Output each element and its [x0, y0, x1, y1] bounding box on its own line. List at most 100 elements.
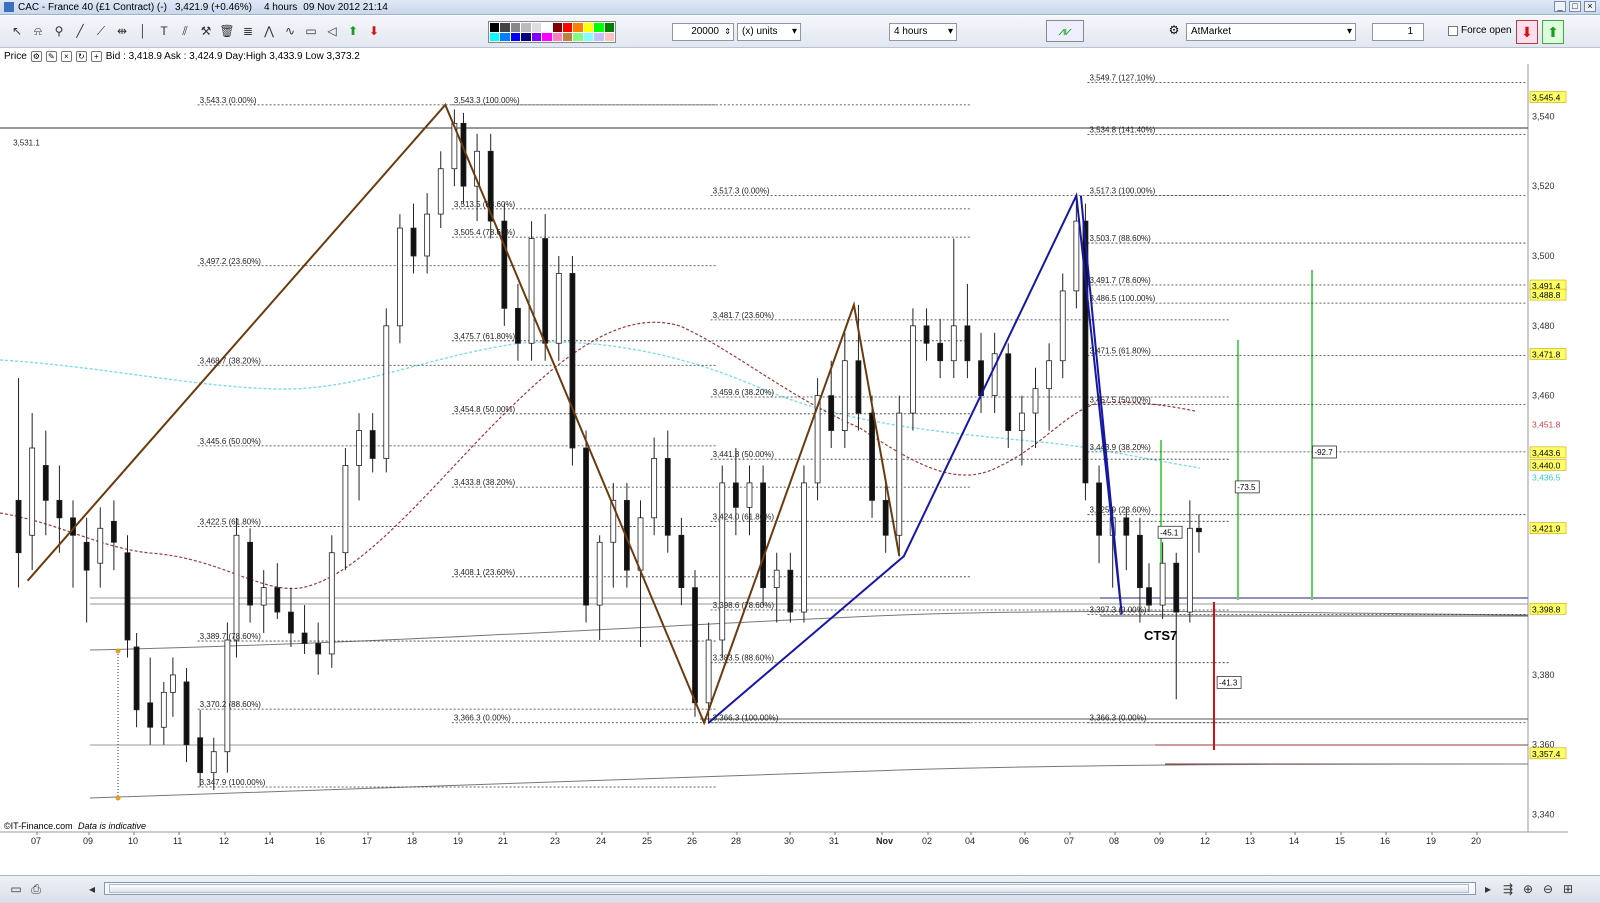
- candle-body: [160, 691, 167, 728]
- maximize-icon[interactable]: □: [1569, 1, 1581, 12]
- candle-body: [1173, 562, 1180, 613]
- candle-body: [396, 227, 403, 327]
- date-tick-label: 07: [1064, 836, 1074, 846]
- price-tick-label: 3,380: [1532, 670, 1555, 680]
- unit-select[interactable]: (x) units: [737, 23, 801, 41]
- price-tag: 3,357.4: [1532, 749, 1561, 759]
- channel-icon[interactable]: ≣: [239, 22, 257, 40]
- triangle-icon[interactable]: ◁: [323, 22, 341, 40]
- date-tick-label: 11: [173, 836, 182, 846]
- unit-value: (x) units: [742, 26, 778, 37]
- candle-body: [147, 702, 154, 728]
- date-tick-label: 16: [315, 836, 325, 846]
- order-type-select[interactable]: AtMarket: [1186, 23, 1356, 41]
- candle-body: [732, 482, 739, 508]
- scroll-right-icon[interactable]: ▸: [1480, 881, 1496, 897]
- close-icon[interactable]: ×: [1584, 1, 1596, 12]
- remove-icon[interactable]: ×: [60, 50, 72, 62]
- pattern-icon[interactable]: ⋀: [260, 22, 278, 40]
- text-tool-icon[interactable]: T: [155, 22, 173, 40]
- candle-body: [1196, 527, 1202, 533]
- price-bar: Price ⚙ ✎ × ↻ + Bid : 3,418.9 Ask : 3,42…: [0, 48, 1560, 64]
- rectangle-icon[interactable]: ▭: [302, 22, 320, 40]
- app-icon: [4, 2, 14, 12]
- scroll-thumb[interactable]: [109, 884, 1469, 893]
- fib-label: 3,408.1 (23.60%): [454, 568, 516, 577]
- quantity-input[interactable]: 20000 ⇕: [672, 23, 734, 41]
- tools-icon[interactable]: ⚒: [197, 22, 215, 40]
- date-tick-label: 25: [642, 836, 652, 846]
- candle-body: [515, 307, 521, 344]
- quantity-small-input[interactable]: 1: [1372, 23, 1424, 41]
- sell-button[interactable]: ⬇: [1516, 20, 1538, 44]
- candle-body: [678, 534, 685, 589]
- fib-tool-icon[interactable]: ⫽: [176, 22, 194, 40]
- minimize-icon[interactable]: _: [1554, 1, 1566, 12]
- date-tick-label: 23: [550, 836, 560, 846]
- date-tick-label: 26: [687, 836, 697, 846]
- arrow-down-icon[interactable]: ⬇: [365, 22, 383, 40]
- order-tool-icon[interactable]: ⚙: [1166, 23, 1182, 39]
- candle-body: [937, 342, 944, 362]
- candle-body: [664, 458, 671, 536]
- footer-source: ©IT-Finance.com: [4, 821, 73, 831]
- timeframe-select[interactable]: 4 hours: [889, 23, 957, 41]
- candle-body: [583, 447, 589, 606]
- candle-body: [197, 737, 204, 774]
- candle-body: [869, 412, 875, 501]
- chart-mode-icon[interactable]: ⇶: [1500, 881, 1516, 897]
- distance-label: -92.7: [1314, 448, 1333, 457]
- arrow-up-icon[interactable]: ⬆: [344, 22, 362, 40]
- fit-icon[interactable]: ⊞: [1560, 881, 1576, 897]
- date-tick-label: 14: [264, 836, 274, 846]
- candle-body: [787, 569, 794, 613]
- force-open-checkbox[interactable]: [1448, 26, 1458, 36]
- last-price: 3,421.9 (+0.46%): [174, 1, 252, 13]
- vline-icon[interactable]: │: [134, 22, 152, 40]
- horizontal-scrollbar[interactable]: [104, 882, 1476, 895]
- buy-button[interactable]: ⬆: [1542, 20, 1564, 44]
- scroll-left-icon[interactable]: ◂: [84, 881, 100, 897]
- add-icon[interactable]: +: [90, 50, 102, 62]
- candle-body: [288, 611, 294, 634]
- folder-icon[interactable]: ▭: [8, 881, 24, 897]
- candle-body: [569, 273, 576, 449]
- candle-body: [183, 681, 190, 746]
- color-palette[interactable]: [488, 21, 616, 43]
- fib-label: 3,491.7 (78.60%): [1089, 276, 1151, 285]
- price-chart[interactable]: 3,531.1 3,543.3 (0.00%) 3,543.3 (100.00%) 3…: [0, 48, 1568, 875]
- price-tick-label: 3,520: [1532, 181, 1555, 191]
- candle-body: [855, 360, 862, 414]
- print-icon[interactable]: ⎙: [28, 881, 44, 897]
- price-tag: 3,488.8: [1532, 290, 1561, 300]
- fib-label: 3,517.3 (100.00%): [1089, 187, 1155, 196]
- fib-label: 3,486.5 (100.00%): [1089, 294, 1155, 303]
- candle-body: [596, 541, 603, 606]
- trendline-icon[interactable]: ╱: [71, 22, 89, 40]
- distance-label: -73.5: [1237, 483, 1256, 492]
- wrench-icon[interactable]: ⚙: [30, 50, 42, 62]
- zoom-in-icon[interactable]: ⊕: [1520, 881, 1536, 897]
- hline-icon[interactable]: ⇹: [113, 22, 131, 40]
- price-tag: 3,436.5: [1532, 473, 1561, 483]
- price-tag: 3,398.8: [1532, 604, 1561, 614]
- fib-label: 3,389.7 (78.60%): [200, 632, 262, 641]
- settings-icon[interactable]: ✎: [45, 50, 57, 62]
- pivot-marker-1: [115, 648, 121, 654]
- fib-label: 3,425.9 (23.60%): [1089, 506, 1151, 515]
- zoom-out-icon[interactable]: ⊖: [1540, 881, 1556, 897]
- alert-bell-icon[interactable]: ⍾: [29, 22, 47, 40]
- fib-label: 3,543.3 (0.00%): [200, 96, 257, 105]
- ray-icon[interactable]: ⟋: [92, 22, 110, 40]
- wave-icon[interactable]: ∿: [281, 22, 299, 40]
- datetime-label: 09 Nov 2012 21:14: [303, 1, 388, 13]
- refresh-icon[interactable]: ↻: [75, 50, 87, 62]
- delete-icon[interactable]: 🗑: [218, 22, 236, 40]
- zoom-icon[interactable]: ⚲: [50, 22, 68, 40]
- chart-type-icon[interactable]: ⩘⩗: [1046, 20, 1084, 42]
- title-bar: CAC - France 40 (£1 Contract) (-) 3,421.…: [0, 0, 1600, 15]
- fib-label: 3,471.5 (61.80%): [1089, 346, 1151, 355]
- date-tick-label: 20: [1471, 836, 1481, 846]
- spinner-icon[interactable]: ⇕: [724, 24, 731, 40]
- pointer-icon[interactable]: ↖: [8, 22, 26, 40]
